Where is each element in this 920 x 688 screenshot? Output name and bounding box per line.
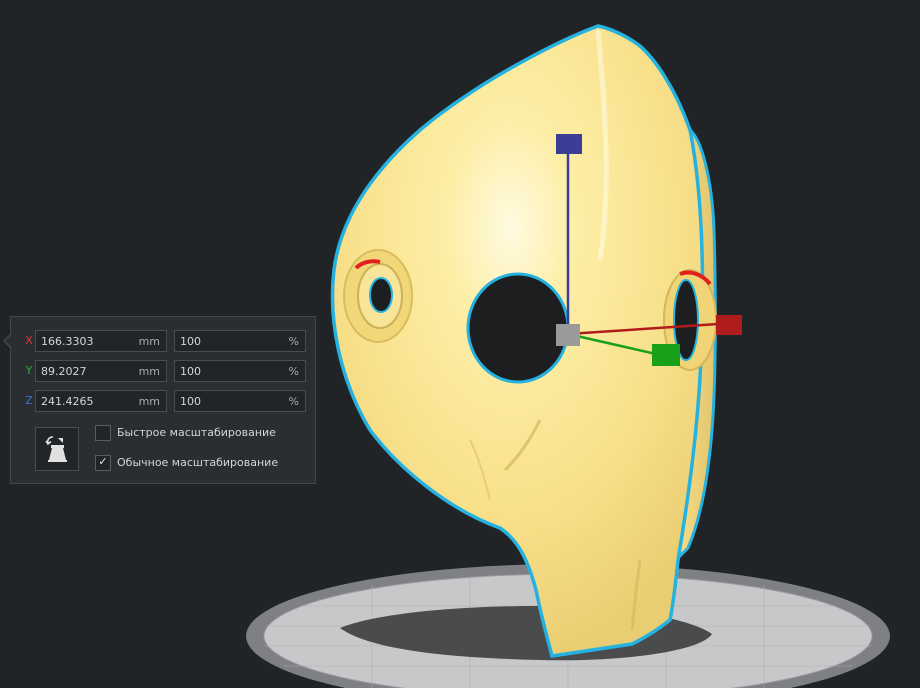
x-axis-handle[interactable] [716, 315, 742, 335]
percent-y-unit: % [288, 365, 299, 378]
axis-label-x: X [25, 334, 33, 347]
percent-z-value: 100 [180, 395, 201, 408]
reset-scale-icon [45, 436, 67, 462]
quick-scale-option[interactable]: Быстрое масштабирование [95, 425, 310, 443]
size-x-input[interactable]: 166.3303 mm [35, 330, 167, 352]
axis-label-z: Z [25, 394, 33, 407]
scale-row-z: Z 241.4265 mm 100 % [11, 390, 317, 414]
percent-x-input[interactable]: 100 % [174, 330, 306, 352]
size-y-unit: mm [138, 365, 160, 378]
quick-scale-checkbox[interactable] [95, 425, 111, 441]
mask-model[interactable] [330, 24, 717, 658]
z-axis-handle[interactable] [556, 134, 582, 154]
percent-y-value: 100 [180, 365, 201, 378]
size-y-value: 89.2027 [41, 365, 87, 378]
size-z-input[interactable]: 241.4265 mm [35, 390, 167, 412]
quick-scale-label: Быстрое масштабирование [117, 426, 276, 439]
percent-z-unit: % [288, 395, 299, 408]
scale-row-y: Y 89.2027 mm 100 % [11, 360, 317, 384]
check-mark-icon: ✓ [98, 455, 108, 468]
size-z-unit: mm [138, 395, 160, 408]
normal-scale-label: Обычное масштабирование [117, 456, 279, 469]
percent-y-input[interactable]: 100 % [174, 360, 306, 382]
normal-scale-checkbox[interactable]: ✓ [95, 455, 111, 471]
percent-x-value: 100 [180, 335, 201, 348]
scale-tool-panel: X 166.3303 mm 100 % Y 89.2027 mm 100 % Z [3, 316, 317, 484]
size-x-value: 166.3303 [41, 335, 94, 348]
normal-scale-option[interactable]: ✓ Обычное масштабирование [95, 455, 310, 473]
y-axis-handle[interactable] [652, 344, 680, 366]
size-x-unit: mm [138, 335, 160, 348]
size-y-input[interactable]: 89.2027 mm [35, 360, 167, 382]
percent-x-unit: % [288, 335, 299, 348]
axis-label-y: Y [25, 364, 33, 377]
size-z-value: 241.4265 [41, 395, 94, 408]
reset-scale-button[interactable] [35, 427, 79, 471]
scale-row-x: X 166.3303 mm 100 % [11, 330, 317, 354]
viewport-3d[interactable]: X 166.3303 mm 100 % Y 89.2027 mm 100 % Z [0, 0, 920, 688]
gizmo-center-handle[interactable] [556, 324, 580, 346]
percent-z-input[interactable]: 100 % [174, 390, 306, 412]
